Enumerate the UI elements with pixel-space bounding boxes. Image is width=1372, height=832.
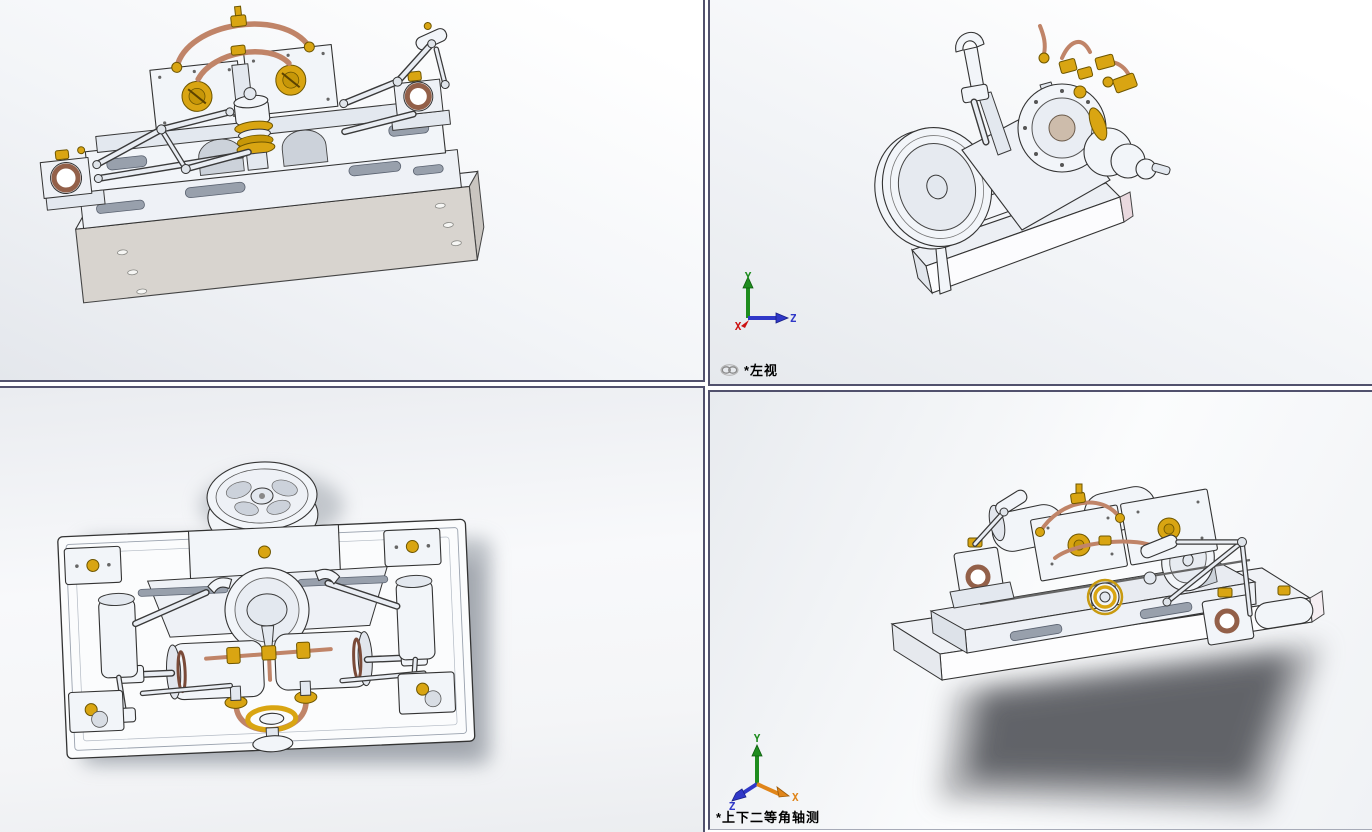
viewport-left-view[interactable]: Y Z X *左视 (708, 0, 1372, 386)
axis-y-label: Y (754, 732, 761, 745)
orientation-triad: Y Z X (735, 270, 796, 333)
viewport-isometric[interactable]: Y Z X *上下二等角轴测 (708, 390, 1372, 830)
viewport-top-view[interactable] (0, 386, 705, 832)
link-icon (720, 363, 739, 376)
model-isometric-view[interactable] (710, 392, 1372, 830)
orientation-triad: Y Z X (729, 732, 799, 810)
view-label-isometric[interactable]: *上下二等角轴测 (716, 807, 820, 826)
view-label-left-view[interactable]: *左视 (720, 360, 778, 379)
left-bearing[interactable] (39, 148, 93, 199)
viewport-front[interactable] (0, 0, 705, 382)
model-top-view[interactable] (0, 388, 705, 832)
clevis-rod[interactable] (955, 31, 990, 146)
brass-bolt[interactable] (77, 146, 86, 155)
graphics-area: Y Z X *左视 Y Z X *上下二等角轴测 (0, 0, 1372, 832)
axis-y-label: Y (745, 270, 752, 283)
view-label-text: *左视 (744, 363, 779, 378)
model-left-view[interactable] (710, 0, 1372, 384)
model-front-view[interactable] (0, 0, 705, 380)
axis-x-label: X (792, 791, 799, 804)
view-label-text: *上下二等角轴测 (716, 810, 821, 825)
axis-x-label: X (735, 320, 742, 333)
axis-z-label: Z (790, 312, 796, 325)
